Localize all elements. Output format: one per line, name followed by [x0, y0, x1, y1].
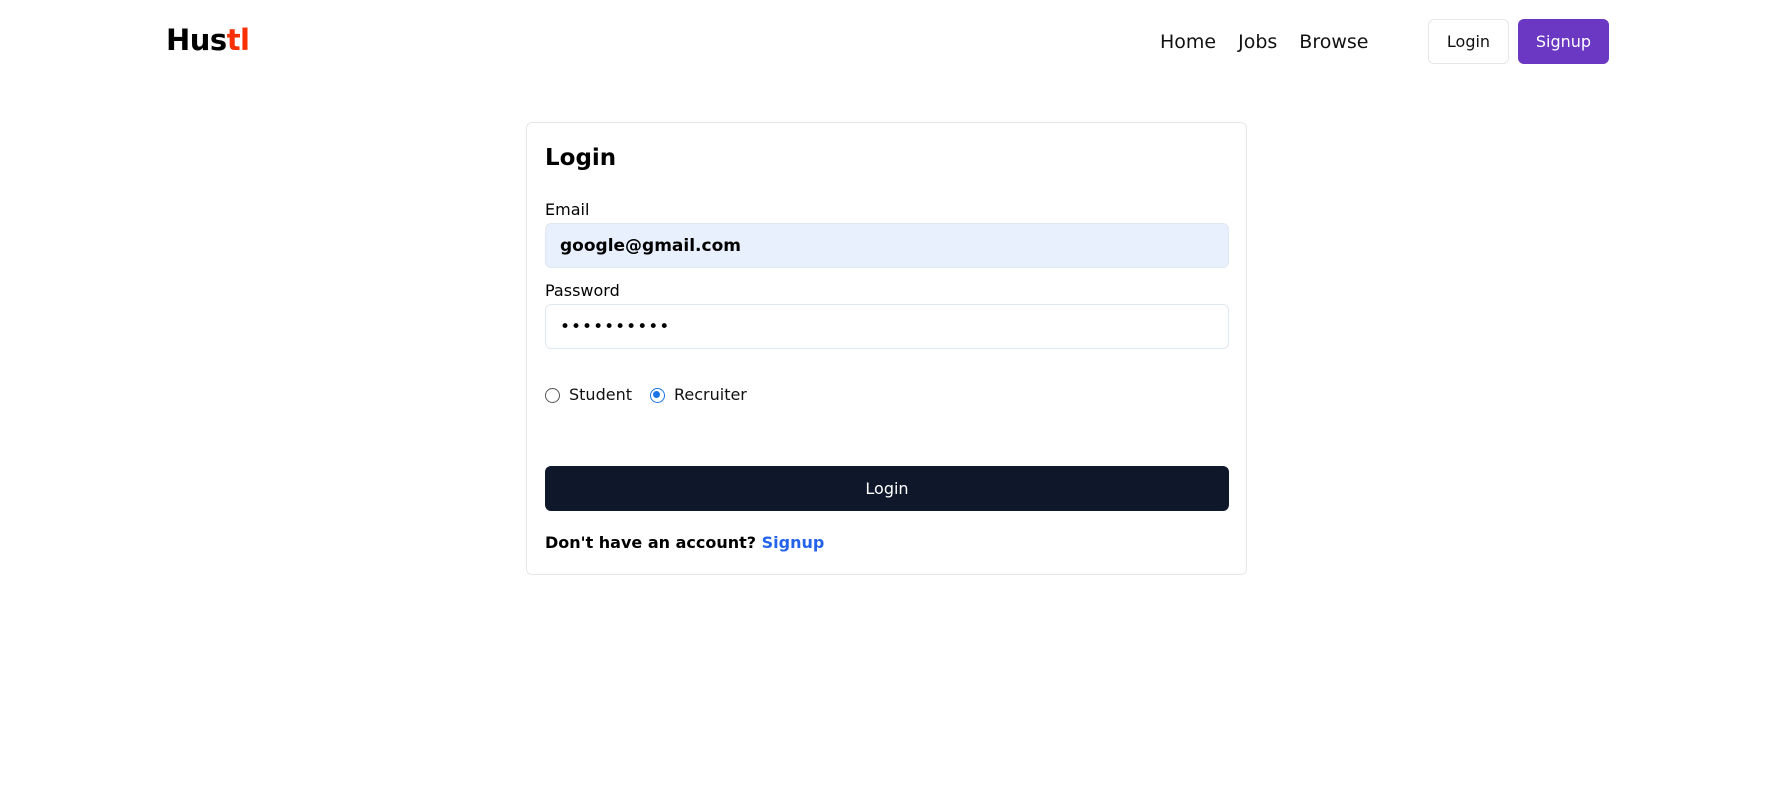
signup-link[interactable]: Signup	[762, 533, 825, 552]
student-radio[interactable]	[545, 387, 560, 403]
role-radio-group: Student Recruiter	[545, 382, 765, 408]
nav-login-button[interactable]: Login	[1428, 19, 1509, 64]
recruiter-label: Recruiter	[673, 385, 747, 404]
signup-prompt: Don't have an account? Signup	[545, 532, 824, 554]
logo-accent-text: tl	[226, 23, 250, 57]
email-field[interactable]	[545, 223, 1229, 268]
logo[interactable]: Hustl	[166, 22, 250, 58]
role-option-recruiter[interactable]: Recruiter	[649, 383, 747, 407]
recruiter-radio[interactable]	[649, 387, 665, 403]
login-title: Login	[545, 145, 617, 171]
login-submit-button[interactable]: Login	[545, 466, 1229, 511]
nav-link-home[interactable]: Home	[1160, 28, 1216, 56]
role-option-student[interactable]: Student	[545, 383, 632, 407]
nav-signup-button[interactable]: Signup	[1518, 19, 1609, 64]
nav-links: Home Jobs Browse	[1160, 28, 1368, 56]
email-label: Email	[545, 200, 590, 219]
password-field[interactable]	[545, 304, 1229, 349]
signup-prompt-text: Don't have an account?	[545, 533, 757, 552]
login-card: Login Email Password Student Recruiter L…	[526, 122, 1247, 575]
logo-main-text: Hus	[166, 23, 227, 57]
navbar: Hustl Home Jobs Browse Login Signup	[0, 0, 1766, 82]
nav-link-browse[interactable]: Browse	[1299, 28, 1368, 56]
nav-link-jobs[interactable]: Jobs	[1238, 28, 1277, 56]
password-label: Password	[545, 281, 620, 300]
student-label: Student	[569, 385, 632, 404]
